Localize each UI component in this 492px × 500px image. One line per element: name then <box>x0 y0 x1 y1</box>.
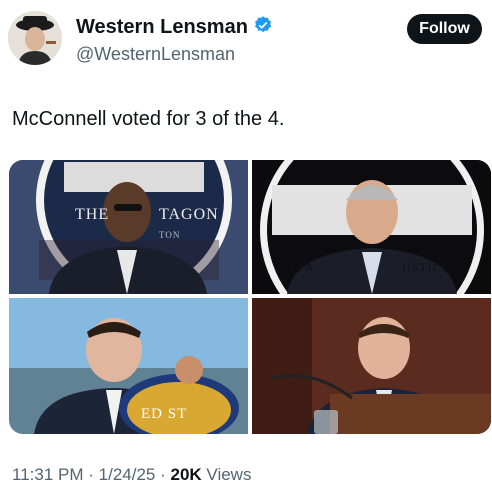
tweet-time[interactable]: 11:31 PM <box>12 465 84 484</box>
avatar[interactable] <box>8 11 62 65</box>
seal-text: ED ST <box>141 406 188 422</box>
seal-text-left: DEPA <box>280 260 315 274</box>
photo-1[interactable]: THE TAGON TON <box>9 160 248 294</box>
verified-badge-icon <box>253 15 273 40</box>
tweet-date[interactable]: 1/24/25 <box>99 465 156 484</box>
tweet-meta: 11:31 PM · 1/24/25 · 20K Views <box>12 465 251 485</box>
seal-text-right: USTICE <box>402 260 450 274</box>
follow-button[interactable]: Follow <box>407 14 482 44</box>
avatar-image <box>8 11 62 65</box>
views-label: Views <box>206 465 252 484</box>
seal-text-right: TAGON <box>159 206 219 223</box>
author-name-row[interactable]: Western Lensman <box>76 15 273 40</box>
author-name[interactable]: Western Lensman <box>76 16 248 39</box>
photo-3[interactable]: ED ST <box>9 298 248 434</box>
meta-separator: · <box>88 465 99 484</box>
media-grid: THE TAGON TON DEPA USTICE ED ST <box>9 160 491 434</box>
tweet-text: McConnell voted for 3 of the 4. <box>12 108 285 130</box>
photo-2[interactable]: DEPA USTICE <box>252 160 491 294</box>
seal-text-small: TON <box>159 230 181 240</box>
photo-4[interactable] <box>252 298 491 434</box>
author-handle[interactable]: @WesternLensman <box>76 44 235 65</box>
views-count: 20K <box>170 465 202 484</box>
meta-separator: · <box>160 465 171 484</box>
seal-text-left: THE <box>75 206 110 223</box>
